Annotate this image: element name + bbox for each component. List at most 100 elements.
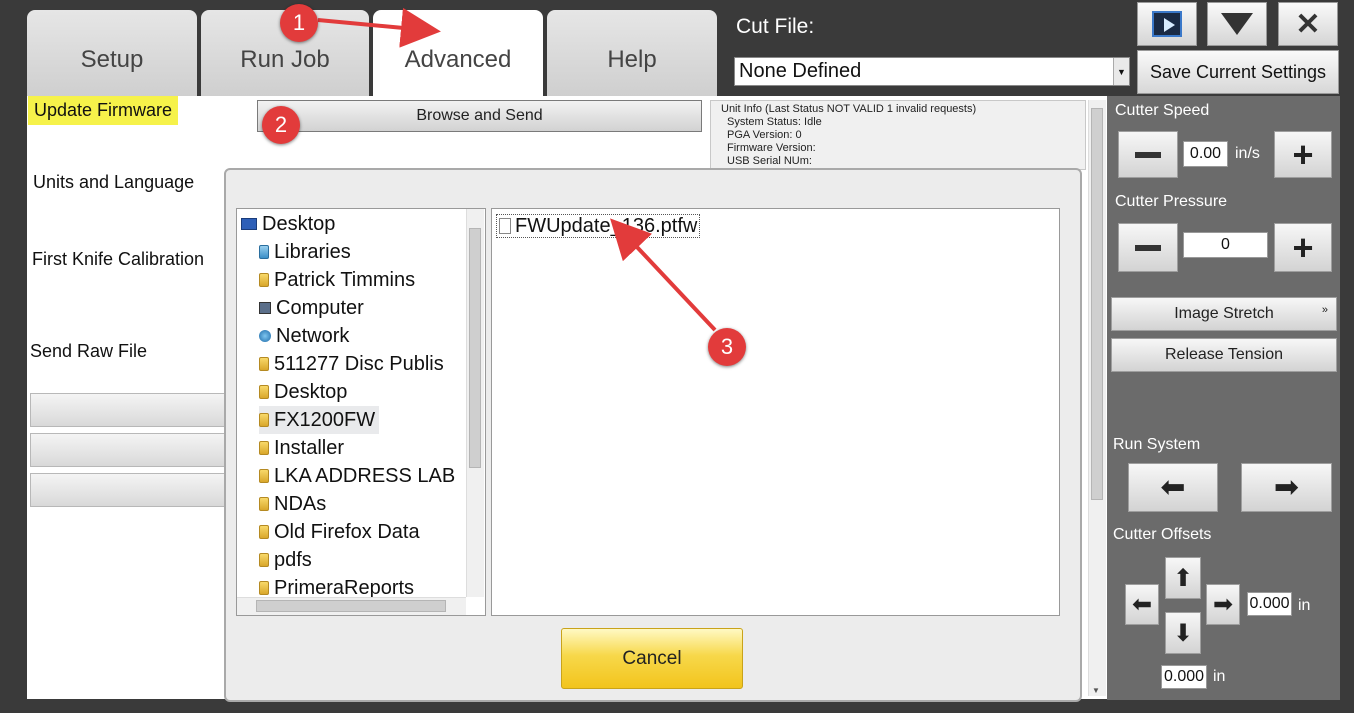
minus-icon: [1135, 151, 1161, 158]
tree-item-network[interactable]: Network: [259, 322, 349, 350]
firmware-version: Firmware Version:: [727, 142, 816, 154]
cut-file-select[interactable]: None Defined ▼: [734, 57, 1130, 86]
main-scrollbar-thumb[interactable]: [1091, 108, 1103, 500]
left-blank-button-2[interactable]: [30, 433, 230, 467]
left-blank-button-3[interactable]: [30, 473, 230, 507]
tree-label: NDAs: [274, 492, 327, 515]
tree-item-folder[interactable]: LKA ADDRESS LAB: [259, 462, 455, 490]
cutter-speed-input[interactable]: 0.00: [1183, 141, 1228, 167]
send-raw-file-item[interactable]: Send Raw File: [30, 341, 147, 362]
update-firmware-item[interactable]: Update Firmware: [28, 96, 179, 125]
tree-label: Computer: [276, 296, 364, 319]
tree-label: pdfs: [274, 548, 312, 571]
tree-item-folder[interactable]: pdfs: [259, 546, 312, 574]
speed-increase-button[interactable]: +: [1274, 131, 1332, 178]
tab-advanced[interactable]: Advanced: [373, 10, 543, 96]
tree-item-folder[interactable]: 511277 Disc Publis: [259, 350, 444, 378]
minus-icon: [1135, 244, 1161, 251]
tree-item-folder[interactable]: NDAs: [259, 490, 326, 518]
arrow-right-icon: ➡: [1212, 591, 1234, 618]
plus-icon: +: [1292, 226, 1314, 268]
cutter-pressure-label: Cutter Pressure: [1115, 193, 1228, 210]
offset-left-button[interactable]: ⬅: [1125, 584, 1159, 625]
tree-label: Installer: [274, 436, 345, 459]
tree-label: LKA ADDRESS LAB: [274, 464, 456, 487]
libraries-icon: [259, 245, 269, 259]
pressure-increase-button[interactable]: +: [1274, 223, 1332, 272]
offset-y-input[interactable]: 0.000: [1161, 665, 1207, 689]
folder-icon: [259, 553, 269, 567]
arrow-right-icon: ➡: [1273, 471, 1300, 504]
units-language-item[interactable]: Units and Language: [33, 172, 194, 193]
left-blank-button-1[interactable]: [30, 393, 230, 427]
run-left-button[interactable]: ⬅: [1128, 463, 1218, 512]
first-knife-calibration-item[interactable]: First Knife Calibration: [32, 249, 204, 270]
tree-item-folder[interactable]: Desktop: [259, 378, 347, 406]
offset-down-button[interactable]: ⬇: [1165, 612, 1201, 654]
tree-vertical-scrollbar-thumb[interactable]: [469, 228, 481, 468]
file-list-pane[interactable]: [491, 208, 1060, 616]
desktop-icon: [241, 218, 257, 230]
offset-x-input[interactable]: 0.000: [1247, 592, 1292, 616]
run-right-button[interactable]: ➡: [1241, 463, 1332, 512]
folder-icon: [259, 581, 269, 595]
tree-item-computer[interactable]: Computer: [259, 294, 364, 322]
folder-icon: [259, 413, 269, 427]
offset-y-unit: in: [1213, 668, 1226, 685]
speed-decrease-button[interactable]: [1118, 131, 1178, 178]
save-current-settings-button[interactable]: Save Current Settings: [1137, 50, 1339, 94]
arrow-up-icon: ⬆: [1172, 564, 1194, 592]
scroll-down-arrow-icon[interactable]: ▼: [1092, 686, 1100, 695]
cancel-button[interactable]: Cancel: [561, 628, 743, 689]
file-item[interactable]: FWUpdate_136.ptfw: [496, 214, 701, 238]
tree-item-folder[interactable]: Old Firefox Data: [259, 518, 420, 546]
annotation-badge-2: 2: [262, 106, 300, 144]
cutter-speed-unit: in/s: [1235, 145, 1260, 162]
tree-item-folder[interactable]: Installer: [259, 434, 344, 462]
annotation-badge-3: 3: [708, 328, 746, 366]
tree-label: Network: [276, 324, 350, 347]
run-system-label: Run System: [1113, 436, 1201, 453]
computer-icon: [259, 302, 271, 314]
folder-icon: [259, 357, 269, 371]
unit-info-panel: Unit Info (Last Status NOT VALID 1 inval…: [710, 100, 1086, 170]
network-icon: [259, 330, 271, 342]
folder-icon: [259, 469, 269, 483]
chevron-down-icon: [1221, 13, 1253, 35]
tree-label: Old Firefox Data: [274, 520, 420, 543]
cutter-offsets-label: Cutter Offsets: [1113, 526, 1212, 543]
tree-horizontal-scrollbar-thumb[interactable]: [256, 600, 446, 612]
folder-tree[interactable]: Desktop Libraries Patrick Timmins Comput…: [236, 208, 486, 616]
offset-x-unit: in: [1298, 597, 1311, 614]
tree-item-user[interactable]: Patrick Timmins: [259, 266, 415, 294]
play-button[interactable]: [1137, 2, 1197, 46]
usb-serial: USB Serial NUm:: [727, 155, 812, 167]
close-icon: ✕: [1295, 7, 1321, 41]
tree-label: Desktop: [262, 212, 336, 235]
cutter-pressure-input[interactable]: 0: [1183, 232, 1268, 258]
offset-right-button[interactable]: ➡: [1206, 584, 1240, 625]
tree-item-libraries[interactable]: Libraries: [259, 238, 351, 266]
tab-help[interactable]: Help: [547, 10, 717, 96]
browse-and-send-button[interactable]: Browse and Send: [257, 100, 702, 132]
dropdown-arrow-icon[interactable]: ▼: [1113, 58, 1129, 85]
plus-icon: +: [1292, 133, 1314, 175]
unit-info-header: Unit Info (Last Status NOT VALID 1 inval…: [721, 103, 977, 115]
folder-icon: [259, 497, 269, 511]
tab-setup[interactable]: Setup: [27, 10, 197, 96]
pressure-decrease-button[interactable]: [1118, 223, 1178, 272]
release-tension-button[interactable]: Release Tension: [1111, 338, 1337, 372]
folder-icon: [259, 441, 269, 455]
minimize-button[interactable]: [1207, 2, 1267, 46]
arrow-left-icon: ⬅: [1160, 471, 1186, 504]
tree-item-selected-folder[interactable]: FX1200FW: [259, 406, 380, 434]
tree-item-desktop[interactable]: Desktop: [241, 210, 335, 238]
user-icon: [259, 273, 269, 287]
close-button[interactable]: ✕: [1278, 2, 1338, 46]
system-status: System Status: Idle: [727, 116, 822, 128]
image-stretch-button[interactable]: Image Stretch »: [1111, 297, 1337, 331]
tree-label: 511277 Disc Publis: [274, 352, 444, 375]
pga-version: PGA Version: 0: [727, 129, 802, 141]
offset-up-button[interactable]: ⬆: [1165, 557, 1201, 599]
tree-label: Libraries: [274, 240, 351, 263]
